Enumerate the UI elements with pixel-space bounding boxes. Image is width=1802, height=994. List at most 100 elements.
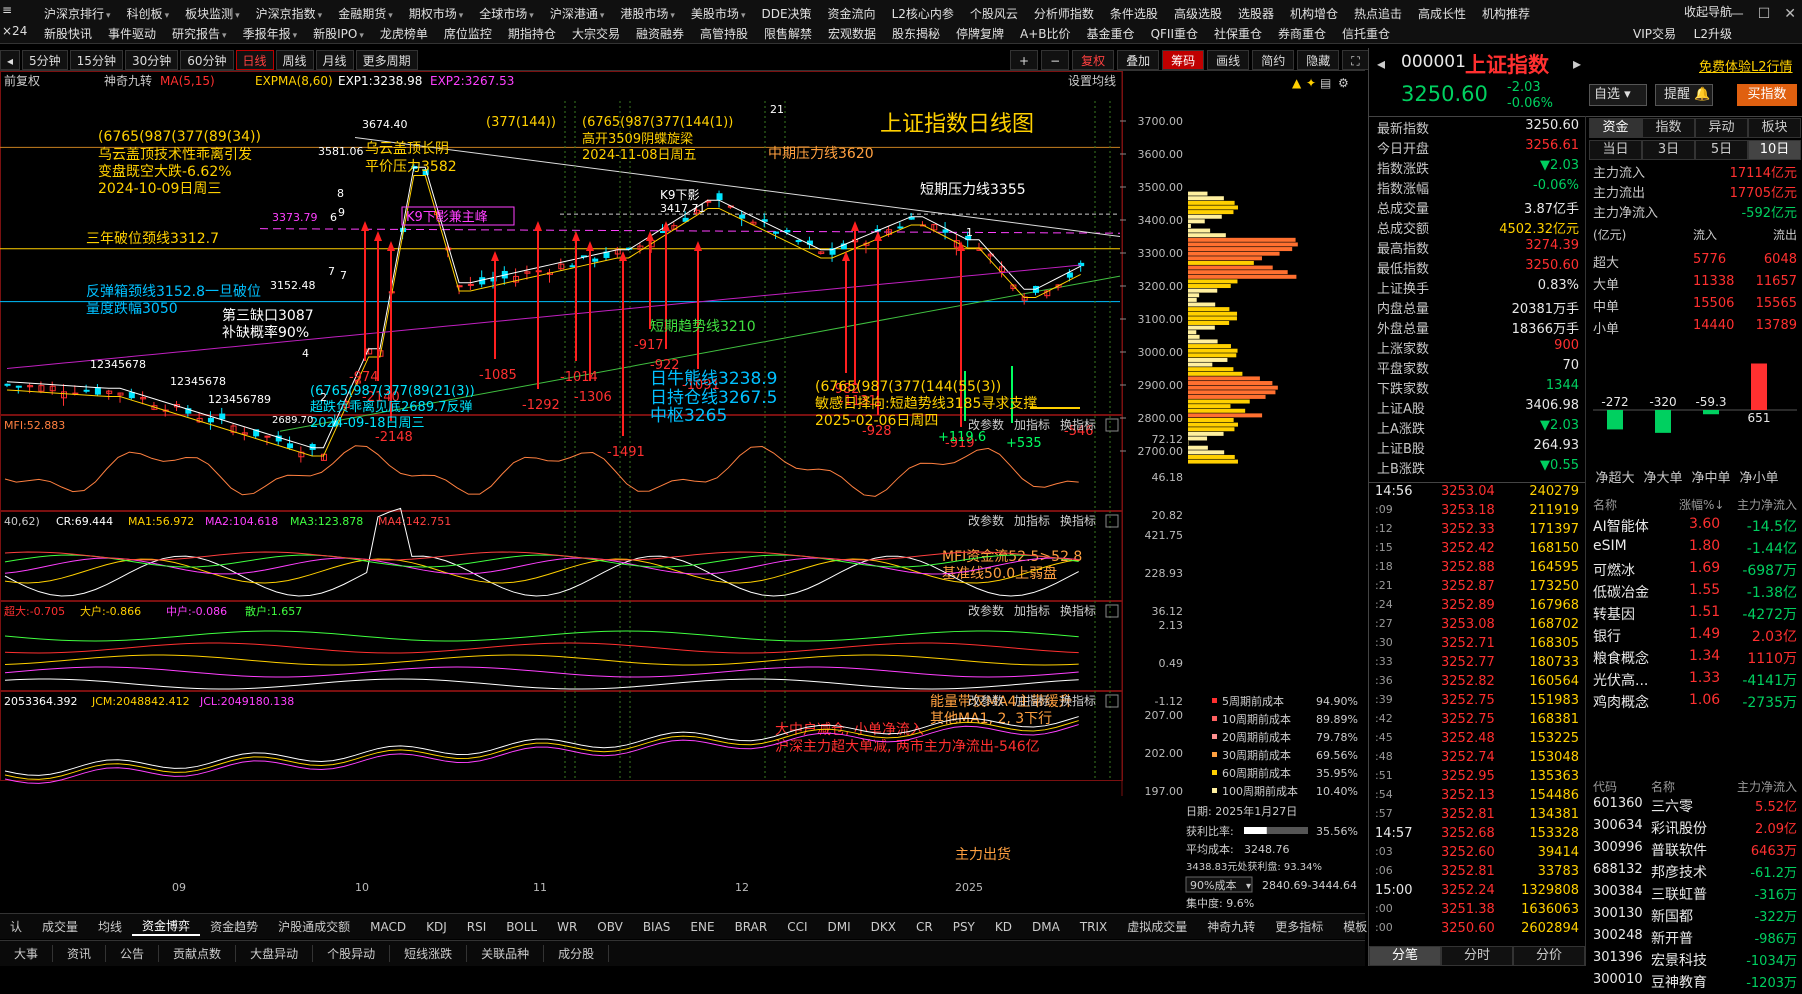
sector-row[interactable]: 粮食概念1.341110万 [1589,648,1801,670]
nav-item[interactable]: DDE决策 [755,5,817,22]
period-tab[interactable]: 5分钟 [22,50,68,70]
period-tab[interactable]: 更多周期 [356,50,418,70]
indicator-tab[interactable]: ENE [680,920,724,934]
panel-close-icon[interactable] [1106,605,1118,617]
nav-item[interactable]: 美股市场▾ [685,5,752,22]
watchlist-button[interactable]: 自选 ▾ [1589,84,1647,106]
nav-item[interactable]: 热点追击 [1348,5,1408,22]
sector-row[interactable]: eSIM1.80-1.44亿 [1589,538,1801,560]
nav-item[interactable]: 高管持股 [694,25,754,42]
nav-item[interactable]: 资金流向 [822,5,882,22]
nav-item[interactable]: 新股快讯 [38,25,98,42]
nav-item[interactable]: 板块监测▾ [179,5,246,22]
nav-item[interactable]: 机构推荐 [1476,5,1536,22]
indicator-tab[interactable]: 神奇九转 [1197,918,1265,935]
nav-item[interactable]: 研究报告▾ [166,25,233,42]
tick-tab[interactable]: 分笔 [1369,946,1441,966]
info-tab[interactable]: 贡献点数 [159,945,236,962]
hide-button[interactable]: 隐藏 [1297,50,1339,70]
period-tab[interactable]: 15分钟 [70,50,123,70]
zoom-in-button[interactable]: + [1010,50,1038,70]
simple-button[interactable]: 简约 [1252,50,1294,70]
indicator-tab[interactable]: BRAR [725,920,778,934]
indicator-tab[interactable]: OBV [587,920,633,934]
indicator-tab[interactable]: PSY [943,920,985,934]
tick-tab[interactable]: 分时 [1441,946,1513,966]
overlay-button[interactable]: 叠加 [1117,50,1159,70]
sector-row[interactable]: 低碳冶金1.55-1.38亿 [1589,582,1801,604]
nav-item[interactable]: 券商重仓 [1272,25,1332,42]
nav-item[interactable]: 高成长性 [1412,5,1472,22]
indicator-tab[interactable]: 均线 [88,918,132,935]
stock-row[interactable]: 300010豆神教育-1203万 [1589,972,1801,994]
minimize-icon[interactable]: — [1730,6,1744,22]
nav-item[interactable]: 龙虎榜单 [374,25,434,42]
panel-close-icon[interactable] [1106,419,1118,431]
period-tab[interactable]: 周线 [276,50,314,70]
nav-item[interactable]: 沪深京指数▾ [250,5,329,22]
day-tab[interactable]: 3日 [1642,140,1695,160]
indicator-tab[interactable]: RSI [457,920,497,934]
fund-tab[interactable]: 异动 [1695,118,1748,138]
nav-item[interactable]: 大宗交易 [566,25,626,42]
chart-area[interactable]: 前复权神奇九转MA(5,15)EXPMA(8,60)EXP1:3238.98EX… [0,71,1365,913]
nav-item[interactable]: 融资融券 [630,25,690,42]
period-tab[interactable]: 30分钟 [125,50,178,70]
stock-row[interactable]: 300634彩讯股份2.09亿 [1589,818,1801,840]
vip-trade-button[interactable]: VIP交易 [1616,25,1676,44]
nav-item[interactable]: 席位监控 [438,25,498,42]
indicator-tab[interactable]: KD [985,920,1022,934]
day-tab[interactable]: 10日 [1748,140,1801,160]
nav-item[interactable]: 个股风云 [964,5,1024,22]
draw-line-button[interactable]: 画线 [1207,50,1249,70]
sector-row[interactable]: AI智能体3.60-14.5亿 [1589,516,1801,538]
sector-list[interactable]: 名称涨幅%↓主力净流入AI智能体3.60-14.5亿eSIM1.80-1.44亿… [1589,496,1801,776]
nav-item[interactable]: 选股器 [1232,5,1280,22]
stock-row[interactable]: 300248新开普-986万 [1589,928,1801,950]
indicator-tab[interactable]: TRIX [1070,920,1117,934]
info-tab[interactable]: 成分股 [544,945,609,962]
info-tab[interactable]: 关联品种 [467,945,544,962]
nav-item[interactable]: 期指持仓 [502,25,562,42]
indicator-tab[interactable]: DMA [1022,920,1070,934]
sector-row[interactable]: 鸡肉概念1.06-2735万 [1589,692,1801,714]
info-tab[interactable]: 大事 [0,945,53,962]
next-stock-arrow[interactable]: ▸ [1573,54,1581,73]
sector-row[interactable]: 银行1.492.03亿 [1589,626,1801,648]
nav-item[interactable]: 事件驱动 [102,25,162,42]
prev-stock-arrow[interactable]: ◂ [1377,54,1385,73]
stock-row[interactable]: 301396宏景科技-1034万 [1589,950,1801,972]
info-tab[interactable]: 公告 [106,945,159,962]
nav-item[interactable]: 限售解禁 [758,25,818,42]
zoom-out-button[interactable]: − [1041,50,1069,70]
nav-item[interactable]: 新股IPO▾ [307,25,370,42]
tick-tab[interactable]: 分价 [1513,946,1585,966]
nav-item[interactable]: 信托重仓 [1336,25,1396,42]
stock-row[interactable]: 601360三六零5.52亿 [1589,796,1801,818]
indicator-tab[interactable]: WR [547,920,587,934]
indicator-tab[interactable]: CCI [777,920,817,934]
tick-list[interactable]: 14:563253.04240279:093253.18211919:12325… [1369,484,1585,946]
indicator-tab[interactable]: 更多指标 [1265,918,1333,935]
tab-prefix[interactable]: 认 [0,918,32,935]
fund-tab[interactable]: 板块 [1748,118,1801,138]
chips-button[interactable]: 筹码 [1162,50,1204,70]
fullscreen-icon[interactable]: ⛶ [1342,50,1368,70]
nav-item[interactable]: 高级选股 [1168,5,1228,22]
nav-item[interactable]: L2核心内参 [886,5,960,22]
nav-item[interactable]: 沪深港通▾ [544,5,611,22]
indicator-tab[interactable]: 资金博弈 [132,917,200,936]
indicator-tab[interactable]: 沪股通成交额 [268,918,360,935]
nav-item[interactable]: 基金重仓 [1081,25,1141,42]
info-tab[interactable]: 短线涨跌 [390,945,467,962]
l2-trial-link[interactable]: 免费体验L2行情 [1699,56,1793,75]
maximize-icon[interactable]: ☐ [1758,6,1771,22]
nav-item[interactable]: 港股市场▾ [614,5,681,22]
stock-row[interactable]: 300130新国都-322万 [1589,906,1801,928]
nav-item[interactable]: A+B比价 [1014,25,1077,42]
period-left-arrow[interactable]: ◂ [0,50,20,70]
info-tab[interactable]: 资讯 [53,945,106,962]
l2-upgrade-button[interactable]: L2升级 [1682,25,1732,44]
rights-button[interactable]: 复权 [1072,50,1114,70]
nav-item[interactable]: 停牌复牌 [950,25,1010,42]
